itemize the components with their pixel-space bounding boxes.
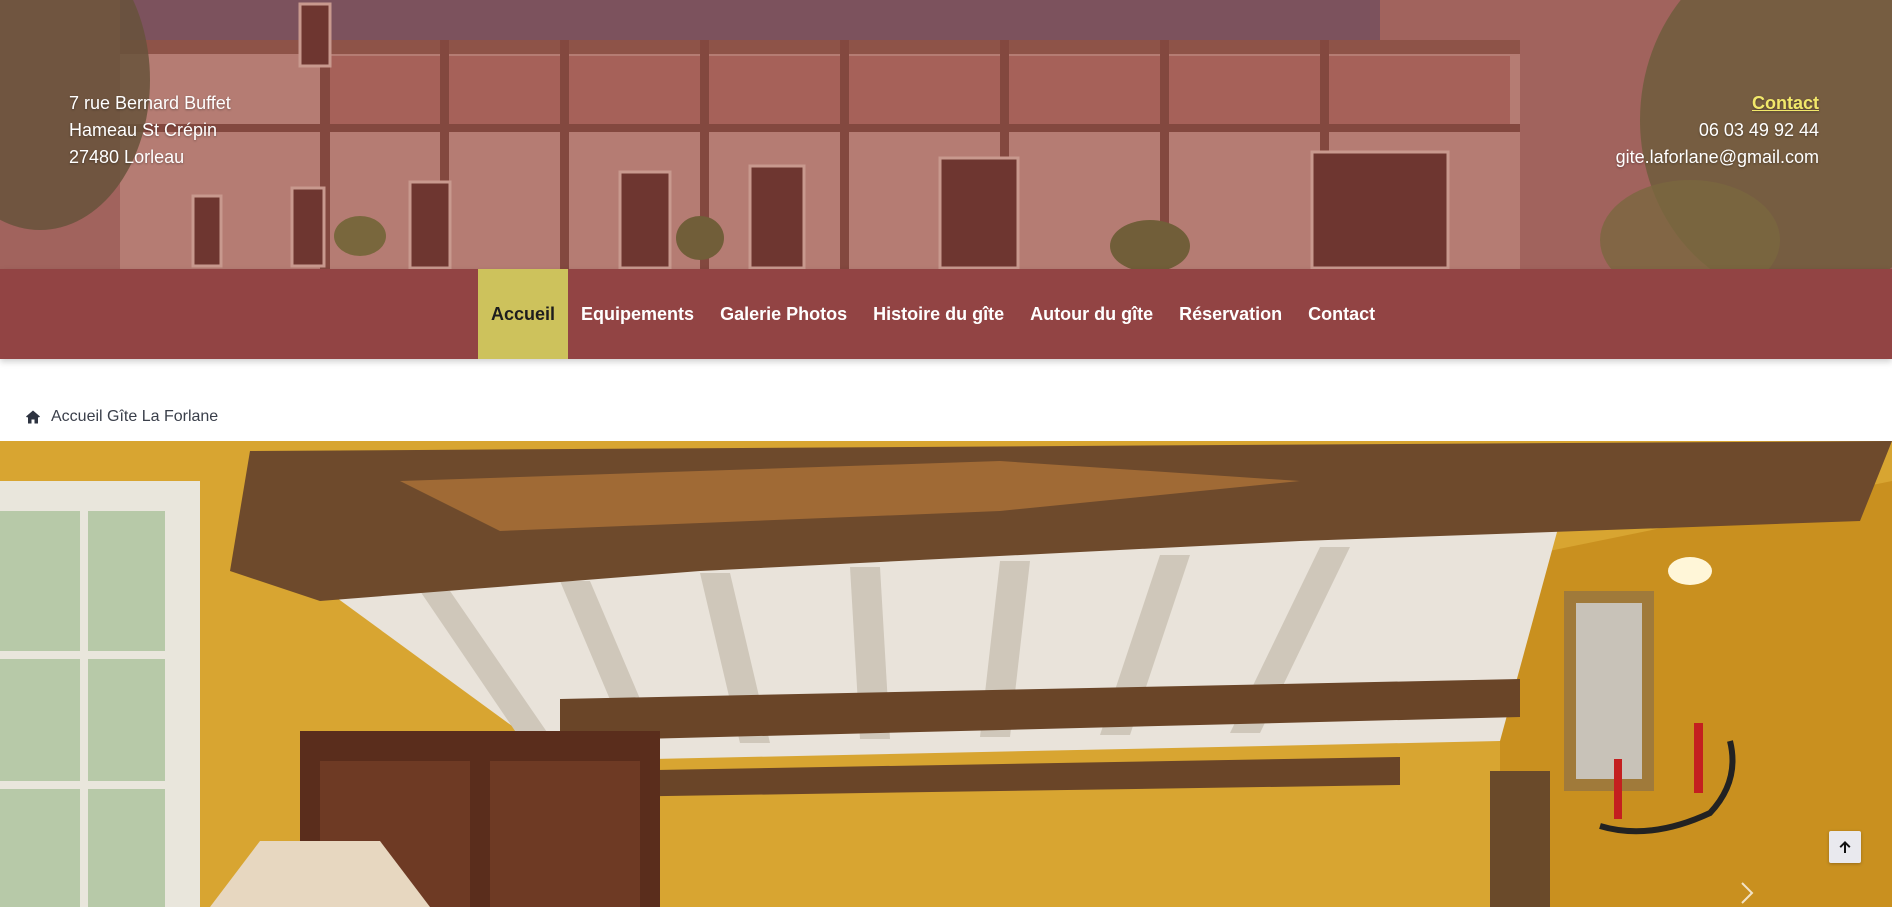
interior-photo <box>0 441 1892 907</box>
address-city: 27480 Lorleau <box>69 147 185 167</box>
nav-item-contact[interactable]: Contact <box>1295 269 1388 359</box>
nav-items: Accueil Equipements Galerie Photos Histo… <box>478 269 1388 359</box>
chevron-right-icon <box>1741 882 1754 904</box>
slider-next-button[interactable] <box>1734 880 1760 906</box>
site-header: 7 rue Bernard Buffet Hameau St Crépin 27… <box>0 0 1892 269</box>
nav-item-galerie-photos[interactable]: Galerie Photos <box>707 269 860 359</box>
hero-interior-image <box>0 441 1892 907</box>
contact-phone[interactable]: 06 03 49 92 44 <box>1616 117 1819 144</box>
arrow-up-icon <box>1839 841 1851 853</box>
nav-item-accueil[interactable]: Accueil <box>478 269 569 359</box>
header-overlay <box>0 0 1892 269</box>
scroll-to-top-button[interactable] <box>1829 831 1861 863</box>
contact-block: Contact 06 03 49 92 44 gite.laforlane@gm… <box>1616 90 1819 171</box>
contact-email[interactable]: gite.laforlane@gmail.com <box>1616 144 1819 171</box>
contact-link[interactable]: Contact <box>1752 93 1819 113</box>
breadcrumb: Accueil Gîte La Forlane <box>25 405 218 429</box>
nav-item-equipements[interactable]: Equipements <box>568 269 707 359</box>
home-icon[interactable] <box>25 409 41 425</box>
address-street: 7 rue Bernard Buffet <box>69 93 231 113</box>
breadcrumb-label[interactable]: Accueil Gîte La Forlane <box>51 408 218 426</box>
nav-item-autour[interactable]: Autour du gîte <box>1017 269 1166 359</box>
address-block: 7 rue Bernard Buffet Hameau St Crépin 27… <box>69 90 231 171</box>
nav-item-reservation[interactable]: Réservation <box>1166 269 1295 359</box>
main-nav: Accueil Equipements Galerie Photos Histo… <box>0 269 1892 359</box>
nav-item-histoire[interactable]: Histoire du gîte <box>860 269 1017 359</box>
address-hamlet: Hameau St Crépin <box>69 120 218 140</box>
